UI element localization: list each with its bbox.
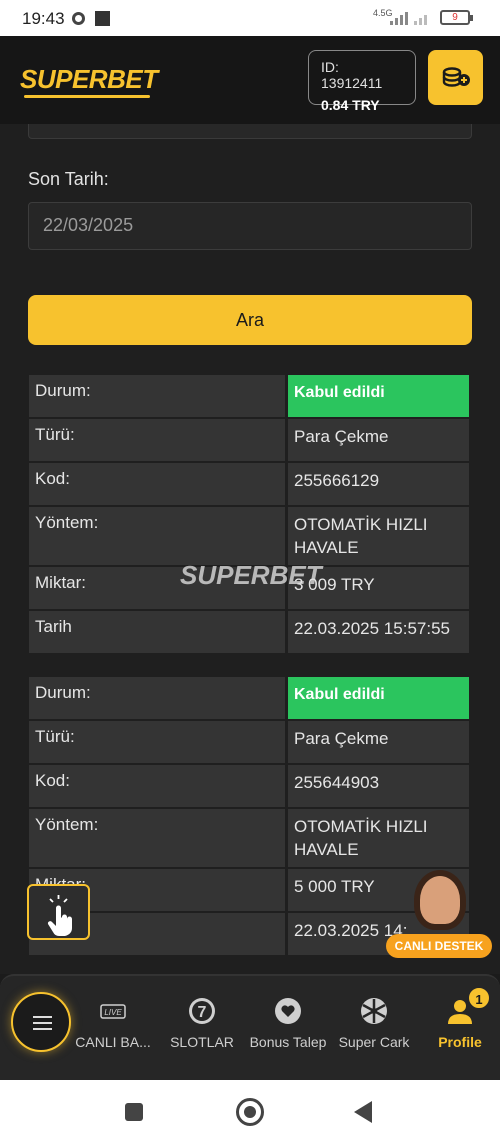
search-button[interactable]: Ara bbox=[28, 295, 472, 345]
nav-label: Profile bbox=[438, 1034, 482, 1050]
row-value: OTOMATİK HIZLI HAVALE bbox=[288, 507, 469, 565]
row-key: Durum: bbox=[29, 375, 285, 417]
end-date-label: Son Tarih: bbox=[28, 169, 109, 189]
touch-helper-button[interactable] bbox=[27, 884, 90, 940]
watermark-logo: SUPERBET bbox=[180, 560, 322, 590]
nav-bonus-request[interactable]: Bonus Talep bbox=[243, 996, 333, 1050]
table-row: Durum: Kabul edildi bbox=[29, 677, 471, 719]
notification-badge: 1 bbox=[467, 986, 491, 1010]
transaction-card: Durum: Kabul edildi Türü: Para Çekme Kod… bbox=[29, 375, 471, 655]
live-support-label: CANLI DESTEK bbox=[386, 934, 492, 958]
bottom-navigation: LIVE CANLI BA... 7 SLOTLAR Bonus Talep S… bbox=[0, 974, 500, 1080]
row-value: Para Çekme bbox=[288, 419, 469, 461]
table-row: Kod: 255666129 bbox=[29, 463, 471, 505]
notification-icon bbox=[95, 11, 110, 26]
row-key: Kod: bbox=[29, 765, 285, 807]
nav-label: Super Cark bbox=[338, 1034, 410, 1050]
wheel-icon bbox=[361, 998, 387, 1024]
svg-text:LIVE: LIVE bbox=[104, 1008, 122, 1017]
row-value: OTOMATİK HIZLI HAVALE bbox=[288, 809, 469, 867]
home-icon[interactable] bbox=[236, 1098, 264, 1126]
account-info[interactable]: ID: 13912411 0.84 TRY bbox=[308, 50, 416, 113]
row-value: 255644903 bbox=[288, 765, 469, 807]
chrome-icon bbox=[72, 12, 85, 25]
row-key: Yöntem: bbox=[29, 507, 285, 565]
table-row: Yöntem: OTOMATİK HIZLI HAVALE bbox=[29, 809, 471, 867]
menu-button[interactable] bbox=[11, 992, 71, 1052]
nav-slots[interactable]: 7 SLOTLAR bbox=[157, 996, 247, 1050]
svg-text:7: 7 bbox=[198, 1004, 207, 1021]
live-support-button[interactable]: CANLI DESTEK bbox=[386, 870, 492, 960]
status-badge: Kabul edildi bbox=[288, 375, 469, 417]
status-bar: 19:43 4.5G 9 bbox=[0, 0, 500, 36]
table-row: Türü: Para Çekme bbox=[29, 419, 471, 461]
row-key: Türü: bbox=[29, 721, 285, 763]
table-row: Durum: Kabul edildi bbox=[29, 375, 471, 417]
signal-icon bbox=[390, 11, 434, 25]
recent-apps-icon[interactable] bbox=[125, 1103, 143, 1121]
support-agent-avatar bbox=[414, 870, 466, 930]
row-key: Durum: bbox=[29, 677, 285, 719]
back-icon[interactable] bbox=[354, 1101, 372, 1123]
coins-icon bbox=[442, 67, 470, 87]
row-key: Tarih bbox=[29, 611, 285, 653]
live-tv-icon: LIVE bbox=[100, 1004, 126, 1019]
account-id: ID: 13912411 bbox=[321, 59, 383, 91]
hamburger-icon bbox=[33, 1016, 52, 1018]
table-row: Türü: Para Çekme bbox=[29, 721, 471, 763]
heart-icon bbox=[275, 998, 301, 1024]
row-key: Türü: bbox=[29, 419, 285, 461]
row-value: 22.03.2025 15:57:55 bbox=[288, 611, 469, 653]
slot-seven-icon: 7 bbox=[189, 998, 215, 1024]
superbet-logo[interactable]: SUPERBET bbox=[20, 64, 158, 98]
deposit-button[interactable] bbox=[428, 50, 483, 105]
nav-profile[interactable]: 1 Profile bbox=[415, 986, 500, 1050]
status-badge: Kabul edildi bbox=[288, 677, 469, 719]
transaction-history[interactable]: Son Tarih: 22/03/2025 Ara Durum: Kabul e… bbox=[0, 124, 500, 974]
hand-pointer-icon bbox=[47, 895, 72, 936]
row-key: Kod: bbox=[29, 463, 285, 505]
status-time: 19:43 bbox=[22, 9, 65, 28]
start-date-input[interactable] bbox=[28, 124, 472, 139]
app-header: SUPERBET ID: 13912411 0.84 TRY bbox=[0, 36, 500, 124]
table-row: Tarih 22.03.2025 15:57:55 bbox=[29, 611, 471, 653]
row-key: Yöntem: bbox=[29, 809, 285, 867]
system-navigation-bar bbox=[0, 1080, 500, 1145]
nav-super-wheel[interactable]: Super Cark bbox=[329, 996, 419, 1050]
nav-live-betting[interactable]: LIVE CANLI BA... bbox=[68, 996, 158, 1050]
table-row: Kod: 255644903 bbox=[29, 765, 471, 807]
table-row: Yöntem: OTOMATİK HIZLI HAVALE bbox=[29, 507, 471, 565]
end-date-input[interactable]: 22/03/2025 bbox=[28, 202, 472, 250]
battery-icon: 9 bbox=[440, 10, 473, 25]
nav-label: Bonus Talep bbox=[249, 1034, 327, 1050]
nav-label: SLOTLAR bbox=[170, 1034, 234, 1050]
row-value: 255666129 bbox=[288, 463, 469, 505]
account-balance: 0.84 TRY bbox=[321, 97, 380, 113]
row-value: Para Çekme bbox=[288, 721, 469, 763]
nav-label: CANLI BA... bbox=[75, 1034, 151, 1050]
